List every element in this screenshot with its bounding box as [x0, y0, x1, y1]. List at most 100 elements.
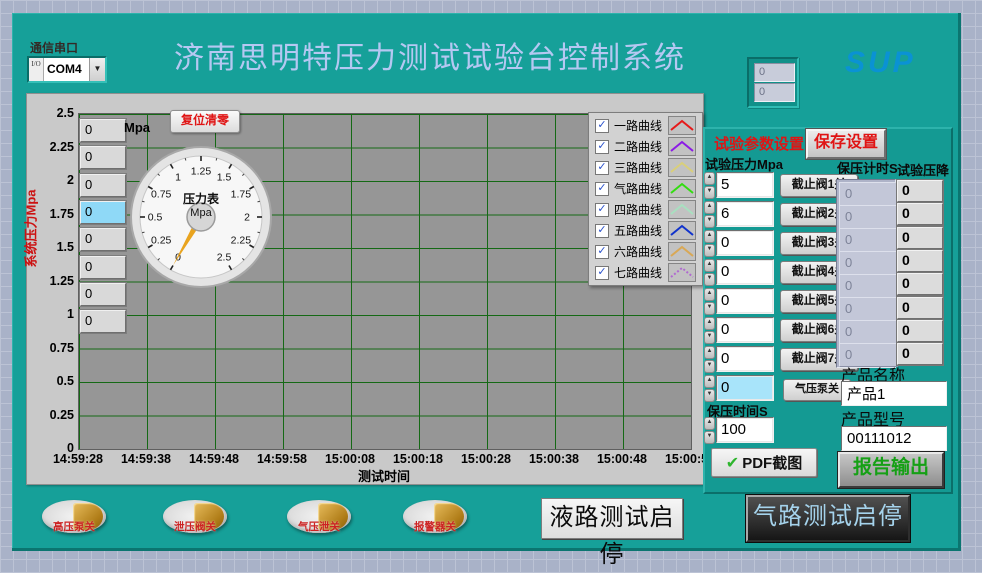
legend-checkbox[interactable]: ✓	[595, 140, 609, 154]
pressure-drop-box: 0	[897, 320, 943, 342]
legend-row: ✓ 三路曲线	[589, 157, 702, 178]
col-header-pressure: 试验压力Mpa	[705, 154, 783, 173]
spin-up-icon[interactable]: ▲	[704, 346, 715, 359]
spin-up-icon[interactable]: ▲	[704, 375, 715, 388]
hold-timer-box: 0	[839, 251, 898, 275]
gauge-unit: Mpa	[190, 207, 212, 219]
test-pressure-input[interactable]: 0	[716, 230, 774, 256]
legend-label: 五路曲线	[614, 222, 666, 239]
channel-value-box[interactable]: 0	[80, 256, 126, 279]
legend-checkbox[interactable]: ✓	[595, 161, 609, 175]
top-indicator-2: 0	[754, 83, 795, 102]
test-pressure-input[interactable]: 0	[716, 375, 774, 401]
curve-legend: ✓一路曲线✓二路曲线✓三路曲线✓气路曲线✓四路曲线✓五路曲线✓六路曲线✓七路曲线	[588, 112, 703, 286]
section-title: 试验参数设置	[714, 133, 804, 154]
test-pressure-input[interactable]: 0	[716, 259, 774, 285]
spinner-arrows[interactable]: ▲▼	[704, 417, 715, 441]
channel-value-box[interactable]: 0	[80, 201, 126, 224]
channel-value-box[interactable]: 0	[80, 146, 126, 169]
spinner-arrows[interactable]: ▲▼	[704, 230, 715, 254]
spin-down-icon[interactable]: ▼	[704, 215, 715, 228]
legend-line-sample	[668, 179, 696, 198]
y-tick-label: 0.75	[34, 341, 74, 355]
channel-value-box[interactable]: 0	[80, 119, 126, 142]
spin-up-icon[interactable]: ▲	[704, 230, 715, 243]
chevron-down-icon[interactable]: ▼	[89, 58, 105, 81]
svg-text:2: 2	[244, 212, 250, 224]
spinner-arrows[interactable]: ▲▼	[704, 259, 715, 283]
legend-line-sample	[668, 116, 696, 135]
legend-label: 气路曲线	[614, 180, 666, 197]
legend-row: ✓一路曲线	[589, 115, 702, 136]
channel-value-box[interactable]: 0	[80, 283, 126, 306]
report-output-button[interactable]: 报告输出	[838, 452, 944, 488]
spin-down-icon[interactable]: ▼	[704, 360, 715, 373]
svg-text:0.75: 0.75	[151, 189, 172, 201]
x-tick-label: 15:00:18	[385, 452, 451, 466]
switch-label: 气压泄关	[287, 519, 351, 534]
legend-checkbox[interactable]: ✓	[595, 266, 609, 280]
test-pressure-input[interactable]: 0	[716, 346, 774, 372]
spin-down-icon[interactable]: ▼	[704, 431, 715, 444]
liquid-test-button[interactable]: 液路测试启停	[541, 498, 683, 539]
svg-text:1.75: 1.75	[231, 189, 252, 201]
legend-line-sample	[668, 242, 696, 261]
legend-label: 三路曲线	[614, 159, 666, 176]
legend-line-sample	[668, 158, 696, 177]
x-tick-label: 15:00:08	[317, 452, 383, 466]
legend-checkbox[interactable]: ✓	[595, 182, 609, 196]
save-settings-button[interactable]: 保存设置	[806, 129, 886, 159]
y-tick-label: 1.75	[34, 207, 74, 221]
spin-up-icon[interactable]: ▲	[704, 288, 715, 301]
spin-down-icon[interactable]: ▼	[704, 186, 715, 199]
channel-value-box[interactable]: 0	[80, 174, 126, 197]
svg-text:0.5: 0.5	[148, 212, 163, 224]
svg-text:0.25: 0.25	[151, 235, 172, 247]
spin-up-icon[interactable]: ▲	[704, 317, 715, 330]
legend-line-sample	[668, 137, 696, 156]
spin-up-icon[interactable]: ▲	[704, 201, 715, 214]
spinner-arrows[interactable]: ▲▼	[704, 172, 715, 196]
y-tick-label: 0.25	[34, 408, 74, 422]
spin-down-icon[interactable]: ▼	[704, 331, 715, 344]
channel-value-box[interactable]: 0	[80, 228, 126, 251]
svg-text:1.5: 1.5	[217, 172, 232, 184]
legend-checkbox[interactable]: ✓	[595, 245, 609, 259]
test-pressure-input[interactable]: 0	[716, 288, 774, 314]
spin-down-icon[interactable]: ▼	[704, 302, 715, 315]
y-tick-label: 0.5	[34, 374, 74, 388]
test-pressure-input[interactable]: 6	[716, 201, 774, 227]
hold-time-input[interactable]: 100	[716, 417, 774, 443]
pressure-drop-box: 0	[897, 297, 943, 319]
spin-up-icon[interactable]: ▲	[704, 172, 715, 185]
spin-up-icon[interactable]: ▲	[704, 259, 715, 272]
legend-label: 四路曲线	[614, 201, 666, 218]
spinner-arrows[interactable]: ▲▼	[704, 288, 715, 312]
spinner-arrows[interactable]: ▲▼	[704, 201, 715, 225]
spin-down-icon[interactable]: ▼	[704, 244, 715, 257]
switch-label: 高压泵关	[42, 519, 106, 534]
test-pressure-input[interactable]: 0	[716, 317, 774, 343]
spinner-arrows[interactable]: ▲▼	[704, 375, 715, 399]
reset-zero-button[interactable]: 复位清零	[170, 110, 240, 133]
x-tick-label: 14:59:48	[181, 452, 247, 466]
legend-checkbox[interactable]: ✓	[595, 224, 609, 238]
legend-checkbox[interactable]: ✓	[595, 119, 609, 133]
spinner-arrows[interactable]: ▲▼	[704, 317, 715, 341]
channel-value-box[interactable]: 0	[80, 310, 126, 333]
legend-label: 六路曲线	[614, 243, 666, 260]
x-tick-label: 14:59:58	[249, 452, 315, 466]
serial-port-select[interactable]: I/O COM4 ▼	[27, 56, 107, 83]
hold-timer-box: 0	[839, 182, 898, 206]
spinner-arrows[interactable]: ▲▼	[704, 346, 715, 370]
spin-up-icon[interactable]: ▲	[704, 417, 715, 430]
test-pressure-input[interactable]: 5	[716, 172, 774, 198]
product-model-input[interactable]	[841, 426, 947, 451]
pdf-capture-button[interactable]: ✔ PDF截图	[711, 448, 817, 477]
spin-down-icon[interactable]: ▼	[704, 273, 715, 286]
product-name-input[interactable]	[841, 381, 947, 406]
legend-checkbox[interactable]: ✓	[595, 203, 609, 217]
air-test-button[interactable]: 气路测试启停	[746, 495, 910, 542]
svg-text:1: 1	[175, 172, 181, 184]
page-title: 济南思明特压力测试试验台控制系统	[140, 33, 720, 77]
